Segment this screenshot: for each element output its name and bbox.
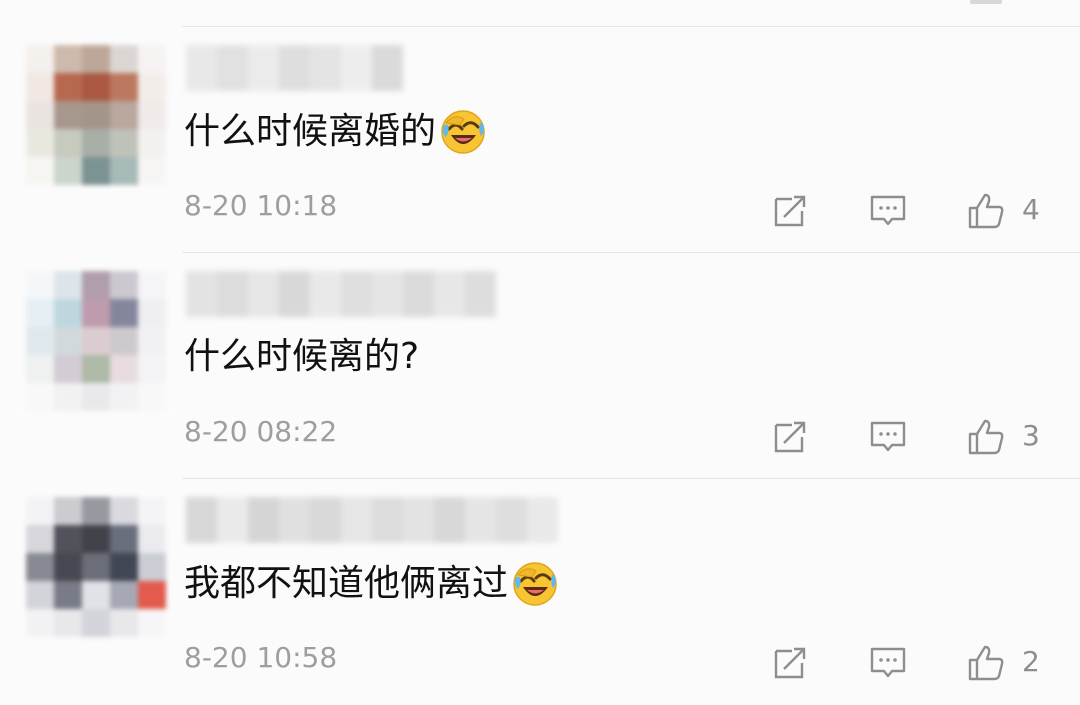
comment-text: 我都不知道他俩离过	[184, 561, 558, 607]
like-icon[interactable]	[966, 191, 1006, 231]
like-count: 4	[1022, 193, 1040, 226]
avatar[interactable]	[26, 497, 166, 637]
comment-timestamp: 8-20 10:58	[184, 641, 338, 674]
username-blurred[interactable]	[186, 45, 403, 91]
laugh-cry-emoji-icon	[440, 109, 486, 155]
share-icon[interactable]	[770, 643, 810, 683]
reply-icon[interactable]	[868, 417, 908, 457]
username-blurred[interactable]	[186, 271, 496, 317]
avatar[interactable]	[26, 45, 166, 185]
like-count: 3	[1022, 419, 1040, 452]
username-blurred[interactable]	[186, 497, 558, 543]
like-icon[interactable]	[966, 643, 1006, 683]
comment-item[interactable]: 什么时候离婚的 8-20 10:18 4	[0, 27, 1080, 253]
like-icon[interactable]	[966, 417, 1006, 457]
share-icon[interactable]	[770, 417, 810, 457]
reply-icon[interactable]	[868, 643, 908, 683]
comment-item[interactable]: 我都不知道他俩离过 8-20 10:58 2	[0, 479, 1080, 705]
comment-text-content: 什么时候离婚的	[184, 111, 437, 152]
comment-timestamp: 8-20 10:18	[184, 189, 338, 222]
scroll-stub	[970, 0, 1002, 4]
comment-item[interactable]: 什么时候离的? 8-20 08:22 3	[0, 253, 1080, 479]
avatar[interactable]	[26, 271, 166, 411]
comment-timestamp: 8-20 08:22	[184, 415, 338, 448]
like-count: 2	[1022, 645, 1040, 678]
comment-text-content: 什么时候离的?	[184, 336, 420, 377]
laugh-cry-emoji-icon	[512, 561, 558, 607]
reply-icon[interactable]	[868, 191, 908, 231]
comment-text: 什么时候离的?	[184, 335, 419, 379]
comment-text: 什么时候离婚的	[184, 109, 486, 155]
comment-text-content: 我都不知道他俩离过	[184, 563, 509, 604]
share-icon[interactable]	[770, 191, 810, 231]
